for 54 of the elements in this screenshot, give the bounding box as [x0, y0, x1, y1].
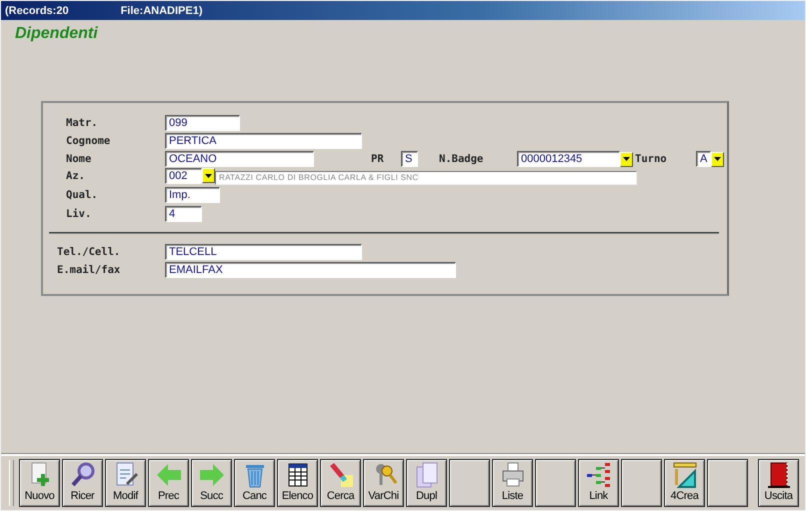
toolbar-button[interactable]: Elenco — [277, 459, 318, 507]
toolbar-button[interactable]: Succ — [191, 459, 232, 507]
field-label: Az. — [66, 170, 86, 182]
dropdown-button[interactable] — [711, 152, 724, 166]
empty-toolbar-button[interactable] — [621, 459, 662, 507]
input-field[interactable]: Imp. — [165, 187, 220, 203]
field-label: Qual. — [66, 189, 99, 201]
input-field[interactable]: A — [696, 151, 711, 167]
toolbar-button[interactable]: Liste — [492, 459, 533, 507]
input-field[interactable]: 0000012345 — [517, 151, 620, 167]
company-name-field: RATAZZI CARLO DI BROGLIA CARLA & FIGLI SNC — [215, 171, 637, 185]
input-field[interactable]: 002 — [165, 168, 202, 184]
input-field[interactable]: 099 — [165, 115, 240, 131]
field-label: Cognome — [66, 135, 112, 147]
field-label: Nome — [66, 153, 92, 165]
field-label: Tel./Cell. — [57, 246, 122, 258]
toolbar-button[interactable]: 4Crea — [664, 459, 705, 507]
input-field[interactable]: TELCELL — [165, 244, 362, 260]
toolbar-button[interactable]: Modif — [105, 459, 146, 507]
empty-toolbar-button[interactable] — [707, 459, 748, 507]
field-label: Turno — [635, 153, 668, 165]
caret-icon — [714, 157, 721, 161]
file-name: File:ANADIPE1) — [120, 4, 202, 16]
input-field[interactable]: 4 — [165, 206, 202, 222]
field-label: N.Badge — [439, 153, 484, 165]
toolbar-button[interactable]: Prec — [148, 459, 189, 507]
toolbar-button[interactable]: Cerca — [320, 459, 361, 507]
toolbar-button[interactable]: Link — [578, 459, 619, 507]
records-count: (Records:20 — [5, 4, 69, 16]
search-icon — [68, 461, 96, 489]
toolbar-button[interactable]: Canc — [234, 459, 275, 507]
page-title: Dipendenti — [15, 25, 99, 44]
right-arrow-icon — [198, 461, 226, 489]
toolbar-button[interactable]: Uscita — [758, 459, 799, 507]
set-square-icon — [670, 461, 698, 489]
field-label: Liv. — [66, 208, 92, 220]
caret-icon — [205, 174, 212, 178]
toolbar-button[interactable]: Dupl — [406, 459, 447, 507]
empty-toolbar-button[interactable] — [535, 459, 576, 507]
field-label: Matr. — [66, 117, 99, 129]
tree-diagram-icon — [584, 461, 612, 489]
input-field[interactable]: EMAILFAX — [165, 262, 456, 278]
field-label: E.mail/fax — [57, 264, 122, 276]
input-field[interactable]: PERTICA — [165, 133, 362, 149]
empty-toolbar-button[interactable] — [449, 459, 490, 507]
toolbar-button[interactable]: Ricer — [62, 459, 103, 507]
dropdown-button[interactable] — [202, 168, 215, 183]
input-field[interactable]: S — [401, 151, 418, 167]
toolbar-button[interactable]: VarChi — [363, 459, 404, 507]
toolbar-button[interactable]: Nuovo — [19, 459, 60, 507]
dropdown-button[interactable] — [620, 152, 633, 166]
input-field[interactable]: OCEANO — [165, 151, 314, 167]
field-label: PR — [371, 153, 385, 165]
caret-icon — [623, 157, 630, 161]
